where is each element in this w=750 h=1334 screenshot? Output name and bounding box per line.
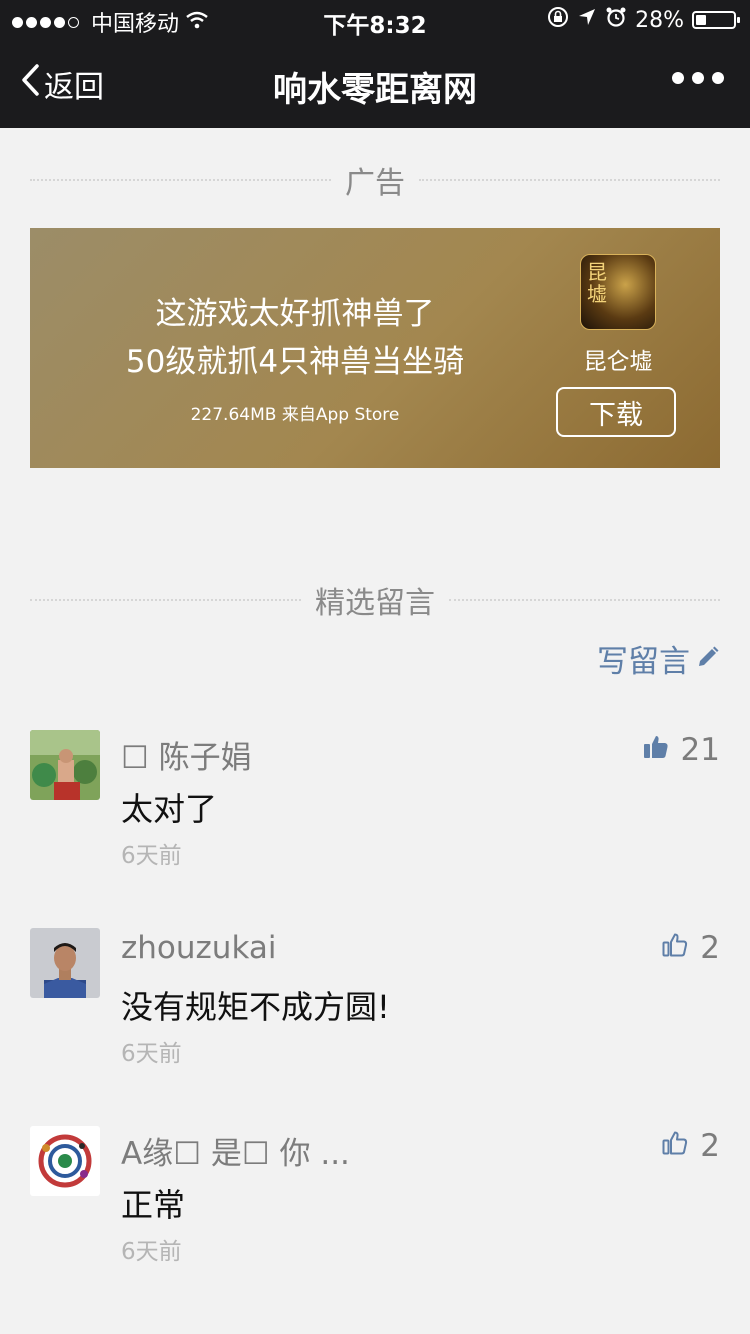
more-dot-icon: [672, 72, 684, 84]
comments-section-header: 精选留言: [30, 580, 720, 621]
location-icon: [577, 7, 597, 33]
comment-item: A缘☐ 是☐ 你 ... 正常 6天前 2: [30, 1126, 720, 1276]
ad-section-title: 广告: [345, 166, 405, 201]
ad-meta: 227.64MB 来自App Store: [190, 405, 400, 425]
comment-text: 正常: [121, 1186, 186, 1224]
page-title: 响水零距离网: [273, 70, 477, 110]
comment-author: ☐ 陈子娟: [121, 740, 252, 776]
avatar[interactable]: [30, 1126, 100, 1196]
rotation-lock-icon: [547, 6, 569, 34]
like-button[interactable]: 2: [662, 1128, 720, 1164]
comment-item: ☐ 陈子娟 太对了 6天前 21: [30, 730, 720, 880]
thumbs-up-outline-icon: [662, 1128, 688, 1164]
divider: [30, 599, 301, 601]
comment-author: A缘☐ 是☐ 你 ...: [121, 1136, 350, 1172]
download-button[interactable]: 下载: [556, 387, 676, 437]
top-bar: 中国移动 下午8:32 28% 返回 响水零距离网: [0, 0, 750, 128]
write-comment-label: 写留言: [597, 644, 690, 680]
pencil-icon: [696, 641, 720, 677]
ad-section-header: 广告: [30, 160, 720, 201]
like-button[interactable]: 2: [662, 930, 720, 966]
ad-copy: 这游戏太好抓神兽了 50级就抓4只神兽当坐骑 227.64MB 来自App St…: [30, 290, 560, 425]
ad-headline: 这游戏太好抓神兽了: [155, 296, 435, 332]
write-comment-button[interactable]: 写留言: [597, 636, 720, 681]
divider: [449, 599, 720, 601]
divider: [30, 179, 331, 181]
status-right: 28%: [547, 6, 740, 34]
avatar[interactable]: [30, 730, 100, 800]
app-icon[interactable]: 昆墟: [580, 254, 656, 330]
app-icon-glyph: 昆墟: [587, 260, 607, 306]
like-count: 2: [700, 930, 720, 966]
comment-author: zhouzukai: [121, 930, 277, 966]
battery-icon: [692, 11, 740, 29]
ad-subheadline: 50级就抓4只神兽当坐骑: [125, 344, 465, 380]
comments-section-title: 精选留言: [315, 586, 435, 621]
comment-time: 6天前: [121, 1041, 182, 1067]
more-dot-icon: [692, 72, 704, 84]
thumbs-up-outline-icon: [662, 930, 688, 966]
like-count: 2: [700, 1128, 720, 1164]
like-count: 21: [680, 732, 720, 768]
comment-item: zhouzukai 没有规矩不成方圆! 6天前 2: [30, 928, 720, 1078]
status-bar: 中国移动 下午8:32 28%: [0, 0, 750, 40]
divider: [419, 179, 720, 181]
more-button[interactable]: [672, 72, 724, 84]
comment-text: 太对了: [121, 790, 218, 828]
app-name: 昆仑墟: [583, 349, 653, 375]
ad-banner[interactable]: 这游戏太好抓神兽了 50级就抓4只神兽当坐骑 227.64MB 来自App St…: [30, 228, 720, 468]
like-button[interactable]: 21: [643, 732, 720, 768]
comment-text: 没有规矩不成方圆!: [121, 988, 390, 1026]
battery-percent: 28%: [635, 7, 684, 33]
more-dot-icon: [712, 72, 724, 84]
comment-time: 6天前: [121, 1239, 182, 1265]
thumbs-up-filled-icon: [643, 732, 669, 768]
comment-time: 6天前: [121, 843, 182, 869]
nav-bar: 返回 响水零距离网: [0, 40, 750, 128]
avatar[interactable]: [30, 928, 100, 998]
alarm-icon: [605, 6, 627, 34]
